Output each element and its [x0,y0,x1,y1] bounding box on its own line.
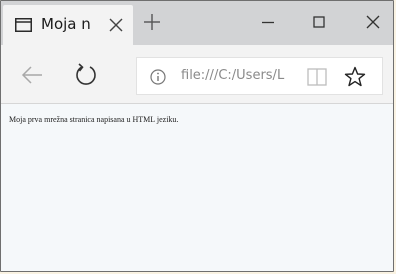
reading-view-icon[interactable] [307,68,327,86]
refresh-icon[interactable] [75,62,97,86]
tab-page-icon [15,18,32,32]
star-icon[interactable] [344,66,366,88]
tab-title: Moja n [41,15,91,33]
page-content: Moja prva mrežna stranica napisana u HTM… [1,104,393,271]
close-window-icon[interactable] [364,13,382,31]
title-bar: Moja n [1,1,393,45]
info-icon[interactable] [150,69,166,85]
browser-tab[interactable]: Moja n [3,5,133,45]
url-text[interactable]: file:///C:/Users/L [181,68,296,83]
tab-close-icon[interactable] [109,18,123,32]
browser-window: Moja n file:///C:/Users/L Moja prva mrež… [0,0,394,272]
new-tab-plus-icon[interactable] [143,13,161,31]
minimize-icon[interactable] [259,13,277,31]
page-body-text: Moja prva mrežna stranica napisana u HTM… [9,115,179,124]
back-arrow-icon[interactable] [21,65,43,85]
maximize-icon[interactable] [310,13,328,31]
address-bar[interactable]: file:///C:/Users/L [136,57,383,95]
navigation-bar: file:///C:/Users/L [1,45,393,104]
